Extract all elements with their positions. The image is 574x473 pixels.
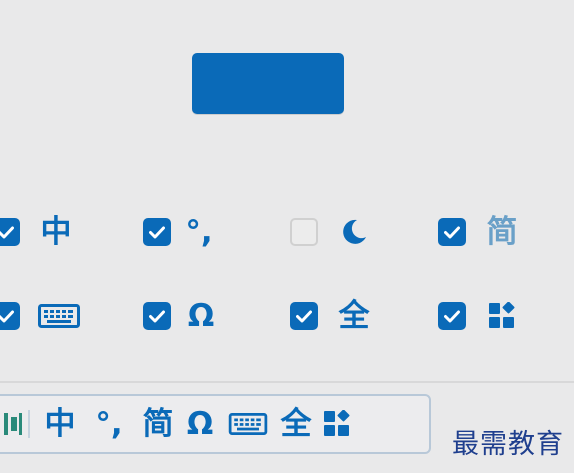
settings-panel: 中 °, 简 Ω 全 中 °, 简 Ω 全 最需教育 xyxy=(0,0,574,473)
checkmark-icon xyxy=(444,226,460,238)
option-toolbox[interactable] xyxy=(438,298,518,334)
toolbar-special-symbols-icon[interactable]: Ω xyxy=(178,402,222,446)
option-full-width[interactable]: 全 xyxy=(290,298,370,334)
checkmark-icon xyxy=(444,310,460,322)
primary-action-button[interactable] xyxy=(192,53,344,114)
option-simplified-chinese[interactable]: 简 xyxy=(438,214,518,250)
soft-keyboard-icon xyxy=(38,299,80,333)
chinese-mode-checkbox[interactable] xyxy=(0,218,20,246)
punctuation-checkbox[interactable] xyxy=(143,218,171,246)
option-moon[interactable] xyxy=(290,214,370,250)
section-divider xyxy=(0,381,574,383)
watermark-text: 最需教育 xyxy=(452,429,564,460)
special-symbols-icon: Ω xyxy=(187,297,215,334)
punctuation-icon: °, xyxy=(185,213,213,250)
toolbox-checkbox[interactable] xyxy=(438,302,466,330)
full-width-checkbox[interactable] xyxy=(290,302,318,330)
moon-checkbox[interactable] xyxy=(290,218,318,246)
option-punctuation[interactable]: °, xyxy=(143,214,215,250)
toolbox-icon xyxy=(486,299,518,333)
checkmark-icon xyxy=(0,310,14,322)
simplified-chinese-icon: 简 xyxy=(486,213,518,250)
full-width-icon: 全 xyxy=(338,297,370,334)
drag-handle-icon[interactable] xyxy=(0,402,26,446)
toolbar-toolbox-icon[interactable] xyxy=(318,402,356,446)
toolbar-punctuation-icon[interactable]: °, xyxy=(80,402,138,446)
option-chinese-mode[interactable]: 中 xyxy=(0,214,72,250)
toolbar-soft-keyboard-icon[interactable] xyxy=(222,402,274,446)
toolbar-chinese-mode-icon[interactable]: 中 xyxy=(40,402,80,446)
checkmark-icon xyxy=(149,310,165,322)
checkmark-icon xyxy=(296,310,312,322)
ime-toolbar-preview: 中 °, 简 Ω 全 xyxy=(0,394,431,454)
toolbar-separator xyxy=(28,410,30,438)
checkmark-icon xyxy=(0,226,14,238)
option-special-symbols[interactable]: Ω xyxy=(143,298,217,334)
toolbar-full-width-icon[interactable]: 全 xyxy=(274,402,318,446)
toolbar-simplified-chinese-icon[interactable]: 简 xyxy=(138,402,178,446)
simplified-chinese-checkbox[interactable] xyxy=(438,218,466,246)
option-soft-keyboard[interactable] xyxy=(0,298,80,334)
moon-icon xyxy=(338,215,370,249)
special-symbols-checkbox[interactable] xyxy=(143,302,171,330)
checkmark-icon xyxy=(149,226,165,238)
soft-keyboard-checkbox[interactable] xyxy=(0,302,20,330)
chinese-mode-icon: 中 xyxy=(40,213,72,250)
